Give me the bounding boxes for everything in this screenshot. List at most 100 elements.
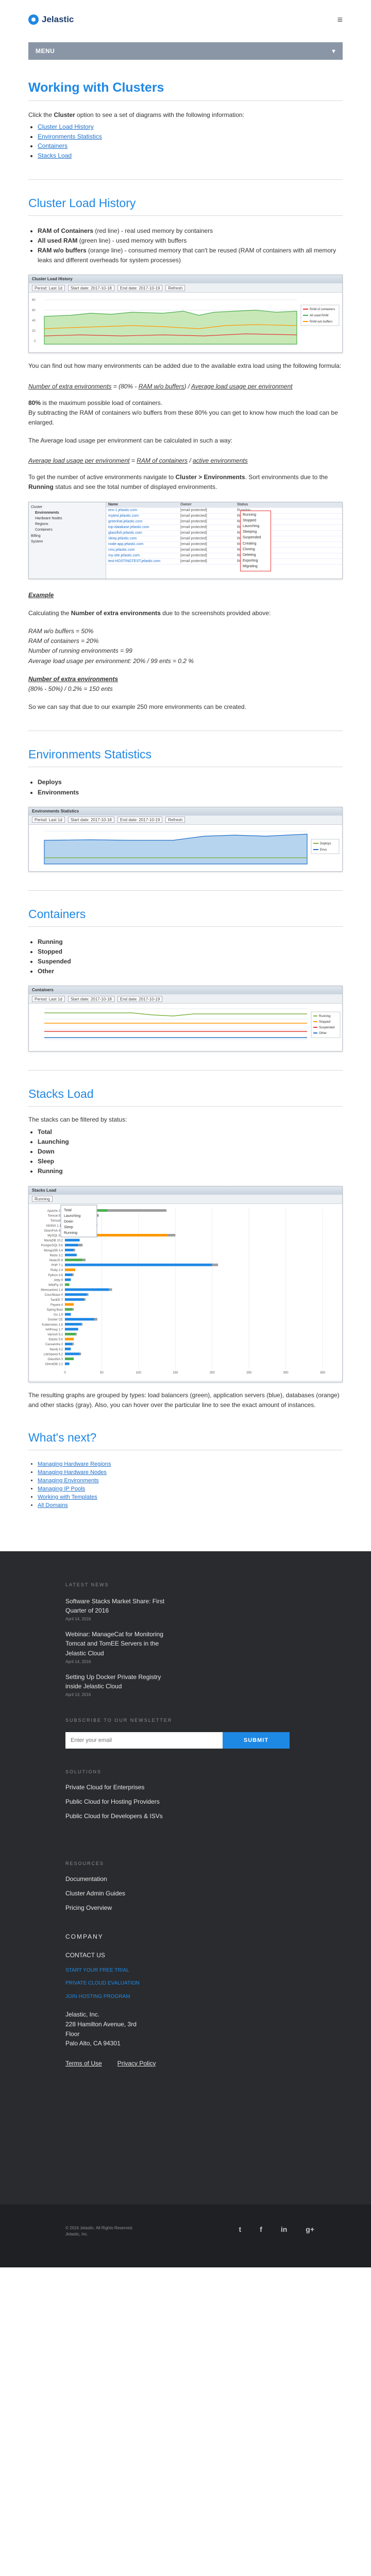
start-date-field[interactable]: Start date: 2017-10-18 xyxy=(68,817,114,823)
bar-secondary[interactable] xyxy=(107,1209,167,1212)
bar[interactable] xyxy=(65,1357,74,1360)
news-item[interactable]: Webinar: ManageCat for Monitoring Tomcat… xyxy=(65,1630,371,1664)
bar[interactable] xyxy=(65,1298,85,1301)
end-date-field[interactable]: End date: 2017-10-19 xyxy=(117,995,163,1002)
private-cloud-link[interactable]: PRIVATE CLOUD EVALUATION xyxy=(65,1979,371,1988)
table-row[interactable]: test-HOSTINGTEST.jelastic.com [email prot… xyxy=(106,559,342,565)
footer-link[interactable]: Cluster Admin Guides xyxy=(65,1890,371,1897)
news-item[interactable]: Setting Up Docker Private Registry insid… xyxy=(65,1672,371,1697)
bar-secondary[interactable] xyxy=(79,1352,81,1355)
linkedin-icon[interactable]: in xyxy=(281,2225,287,2233)
stack-filter-dropdown[interactable]: Total Launching Down Sleep Running xyxy=(60,1205,97,1238)
bar-secondary[interactable] xyxy=(87,1293,89,1296)
google-plus-icon[interactable]: g+ xyxy=(306,2225,314,2233)
toc-link-load-history[interactable]: Cluster Load History xyxy=(38,123,94,130)
bar[interactable] xyxy=(65,1317,95,1320)
newsletter-email-input[interactable] xyxy=(65,1732,223,1749)
table-row[interactable]: mytest.jelastic.com[email protected]Runn… xyxy=(106,514,342,519)
bar[interactable] xyxy=(65,1308,73,1311)
end-date-field[interactable]: End date: 2017-10-19 xyxy=(117,817,163,823)
footer-link[interactable]: Documentation xyxy=(65,1875,371,1883)
twitter-icon[interactable]: t xyxy=(239,2225,241,2233)
bar[interactable] xyxy=(65,1278,71,1281)
bar[interactable] xyxy=(65,1352,80,1355)
table-row[interactable]: env-1.jelastic.com[email protected]Runni… xyxy=(106,508,342,514)
next-link[interactable]: Managing IP Pools xyxy=(38,1486,85,1492)
table-row[interactable]: my-site.jelastic.com[email protected]Run… xyxy=(106,553,342,559)
bar-secondary[interactable] xyxy=(84,1298,86,1301)
dropdown-option[interactable]: Launching xyxy=(243,523,268,529)
refresh-button[interactable]: Refresh xyxy=(165,817,185,823)
hamburger-menu-icon[interactable]: ≡ xyxy=(337,14,343,25)
sidebar-item[interactable]: Hardware Nodes xyxy=(31,516,104,521)
table-row[interactable]: sleep.jelastic.com[email protected]Runni… xyxy=(106,536,342,542)
bar[interactable] xyxy=(65,1258,83,1261)
bar[interactable] xyxy=(65,1248,74,1251)
toc-link-env-stats[interactable]: Environments Statistics xyxy=(38,133,102,140)
hosting-program-link[interactable]: JOIN HOSTING PROGRAM xyxy=(65,1993,371,2001)
bar-secondary[interactable] xyxy=(212,1263,218,1266)
bar[interactable] xyxy=(65,1293,87,1296)
bar-secondary[interactable] xyxy=(94,1317,97,1320)
bar-secondary[interactable] xyxy=(72,1273,74,1276)
dropdown-option[interactable]: Stopped xyxy=(243,518,268,523)
sidebar-item[interactable]: Regions xyxy=(31,521,104,527)
sidebar-item[interactable]: Containers xyxy=(31,527,104,533)
next-link[interactable]: Managing Hardware Regions xyxy=(38,1461,111,1467)
bar[interactable] xyxy=(65,1342,73,1345)
menu-bar[interactable]: MENU ▾ xyxy=(28,42,343,60)
footer-link[interactable]: Private Cloud for Enterprises xyxy=(65,1784,371,1791)
privacy-link[interactable]: Privacy Policy xyxy=(117,2059,156,2069)
sidebar-item[interactable]: System xyxy=(31,539,104,545)
bar[interactable] xyxy=(65,1239,80,1242)
news-item[interactable]: Software Stacks Market Share: First Quar… xyxy=(65,1597,371,1621)
next-link[interactable]: Managing Environments xyxy=(38,1478,99,1484)
facebook-icon[interactable]: f xyxy=(260,2225,262,2233)
footer-link[interactable]: Public Cloud for Developers & ISVs xyxy=(65,1812,371,1820)
bar-secondary[interactable] xyxy=(72,1342,74,1345)
dropdown-option[interactable]: Deleting xyxy=(243,552,268,558)
dropdown-option[interactable]: Exporting xyxy=(243,558,268,564)
terms-link[interactable]: Terms of Use xyxy=(65,2059,102,2069)
bar[interactable] xyxy=(65,1302,74,1306)
status-filter-dropdown[interactable]: Running Stopped Launching Sleeping Suspended… xyxy=(240,510,271,571)
dropdown-option[interactable]: Suspended xyxy=(243,535,268,540)
next-link[interactable]: Managing Hardware Nodes xyxy=(38,1469,107,1476)
sidebar-item[interactable]: Billing xyxy=(31,533,104,539)
period-select[interactable]: Period: Last 1d xyxy=(32,284,65,291)
bar[interactable] xyxy=(65,1273,73,1276)
table-row[interactable]: glassfish.jelastic.com[email protected]R… xyxy=(106,531,342,536)
bar[interactable] xyxy=(65,1243,78,1246)
period-select[interactable]: Period: Last 1d xyxy=(32,817,65,823)
bar[interactable] xyxy=(65,1337,74,1341)
dropdown-option[interactable]: Down xyxy=(64,1220,73,1224)
dropdown-option[interactable]: Sleep xyxy=(64,1226,73,1229)
footer-link[interactable]: Pricing Overview xyxy=(65,1904,371,1911)
contact-link[interactable]: CONTACT US xyxy=(65,1951,371,1960)
dropdown-option[interactable]: Running xyxy=(64,1231,77,1235)
bar[interactable] xyxy=(65,1263,212,1266)
bar[interactable] xyxy=(65,1362,70,1365)
toc-link-containers[interactable]: Containers xyxy=(38,142,68,149)
dropdown-option[interactable]: Total xyxy=(64,1209,72,1212)
dropdown-option[interactable]: Launching xyxy=(64,1214,80,1218)
newsletter-submit-button[interactable]: SUBMIT xyxy=(223,1732,290,1749)
table-row[interactable]: node-app.jelastic.com[email protected]Ru… xyxy=(106,542,342,548)
bar[interactable] xyxy=(65,1347,71,1350)
next-link[interactable]: Working with Templates xyxy=(38,1494,97,1500)
start-date-field[interactable]: Start date: 2017-10-18 xyxy=(68,284,114,291)
bar[interactable] xyxy=(65,1323,81,1326)
end-date-field[interactable]: End date: 2017-10-19 xyxy=(117,284,163,291)
bar[interactable] xyxy=(65,1253,77,1256)
bar[interactable] xyxy=(65,1288,109,1291)
bar-secondary[interactable] xyxy=(78,1243,83,1246)
dropdown-option[interactable]: Running xyxy=(243,512,268,518)
free-trial-link[interactable]: START YOUR FREE TRIAL xyxy=(65,1967,371,1975)
refresh-button[interactable]: Refresh xyxy=(165,284,185,291)
sidebar-item[interactable]: Cluster xyxy=(31,504,104,510)
bar[interactable] xyxy=(65,1327,78,1330)
start-date-field[interactable]: Start date: 2017-10-18 xyxy=(68,995,114,1002)
bar-secondary[interactable] xyxy=(74,1248,75,1251)
bar-secondary[interactable] xyxy=(81,1323,83,1326)
jelastic-logo[interactable]: Jelastic xyxy=(28,14,74,25)
